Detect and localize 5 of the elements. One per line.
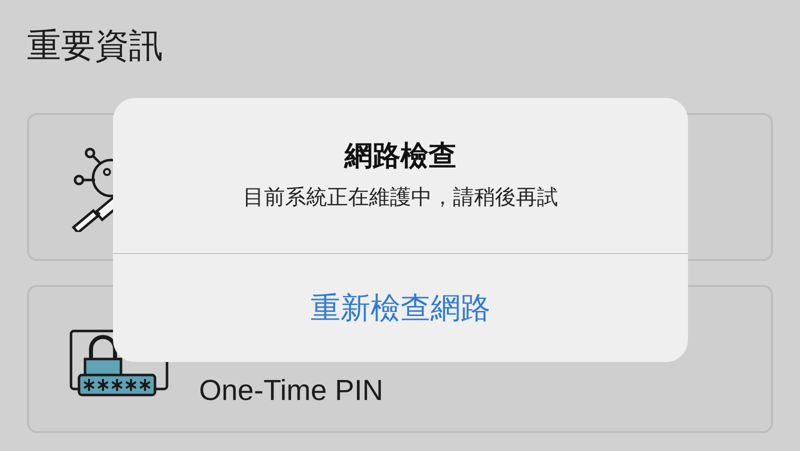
alert-message: 目前系統正在維護中，請稍後再試	[243, 184, 558, 211]
alert-title: 網路檢查	[344, 138, 456, 174]
page-title: 重要資訊	[27, 25, 163, 68]
recheck-network-button[interactable]: 重新檢查網路	[113, 254, 688, 362]
card-label: One-Time PIN	[199, 375, 384, 407]
